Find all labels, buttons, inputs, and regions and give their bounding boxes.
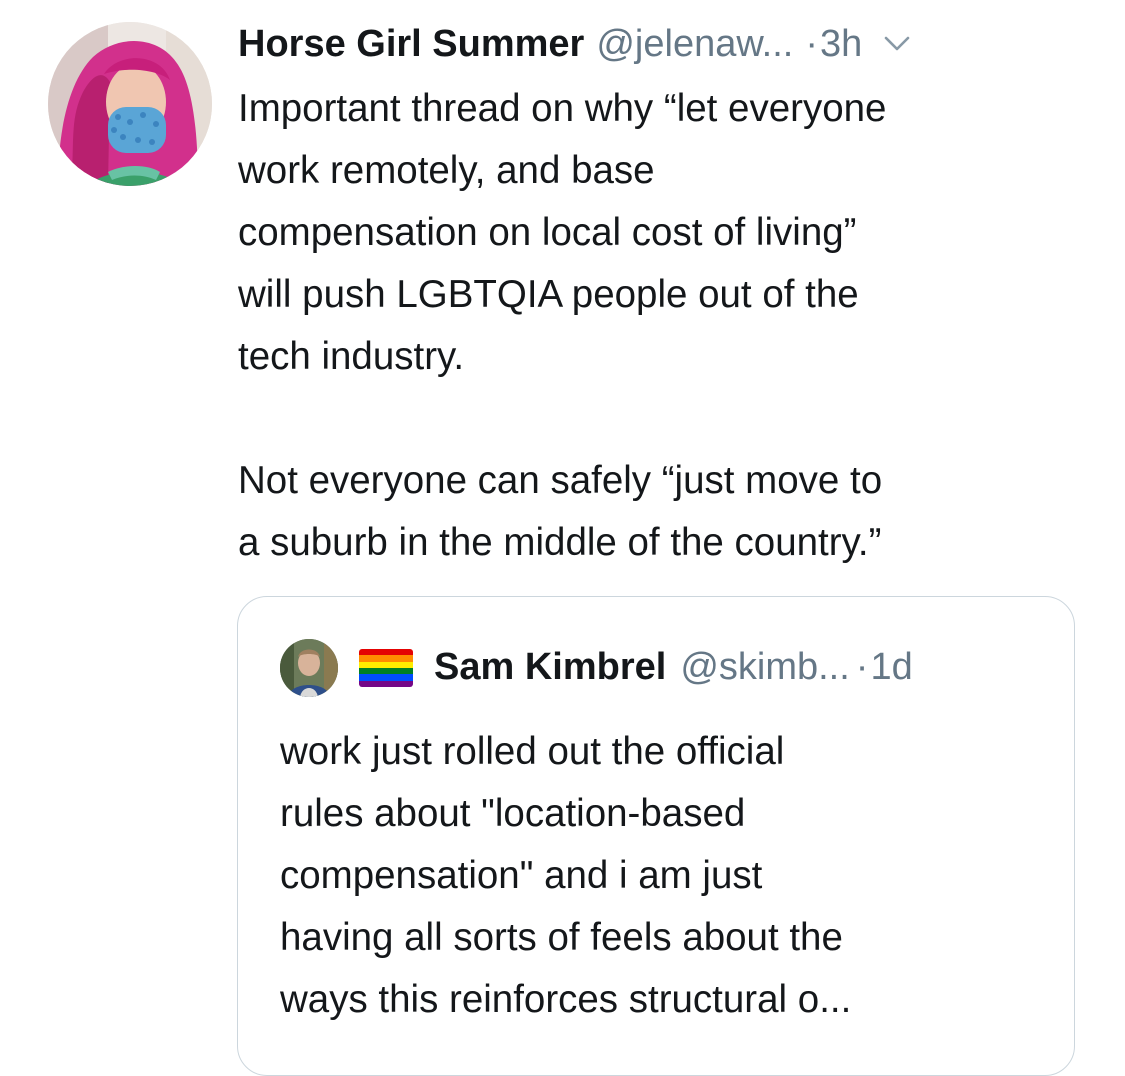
tweet-text: Important thread on why “let everyone wo… — [238, 87, 887, 564]
quoted-tweet-timestamp[interactable]: 1d — [870, 646, 912, 689]
quoted-tweet-header: Sam Kimbrel @skimb... · 1d — [434, 641, 913, 693]
quoted-author-avatar[interactable] — [280, 639, 338, 697]
flag-stripe — [359, 680, 413, 687]
tweet[interactable]: Horse Girl Summer @jelenaw... · 3h Impor… — [0, 0, 1125, 1076]
author-avatar[interactable] — [48, 22, 212, 186]
rainbow-flag-icon — [359, 649, 413, 687]
author-handle[interactable]: @jelenaw... — [596, 18, 793, 70]
tweet-header: Horse Girl Summer @jelenaw... · 3h — [238, 18, 1088, 70]
quoted-tweet-text: work just rolled out the official rules … — [280, 730, 852, 1021]
quoted-author-handle[interactable]: @skimb... — [680, 646, 849, 689]
quoted-author-display-name[interactable]: Sam Kimbrel — [434, 646, 666, 689]
quoted-tweet[interactable]: Sam Kimbrel @skimb... · 1d work just rol… — [237, 596, 1075, 1076]
author-display-name[interactable]: Horse Girl Summer — [238, 18, 584, 70]
separator-dot: · — [855, 645, 869, 688]
profile-photo-avatar — [48, 22, 212, 186]
tweet-timestamp[interactable]: 3h — [820, 18, 862, 70]
chevron-down-icon[interactable] — [884, 31, 910, 57]
separator-dot: · — [805, 23, 819, 65]
